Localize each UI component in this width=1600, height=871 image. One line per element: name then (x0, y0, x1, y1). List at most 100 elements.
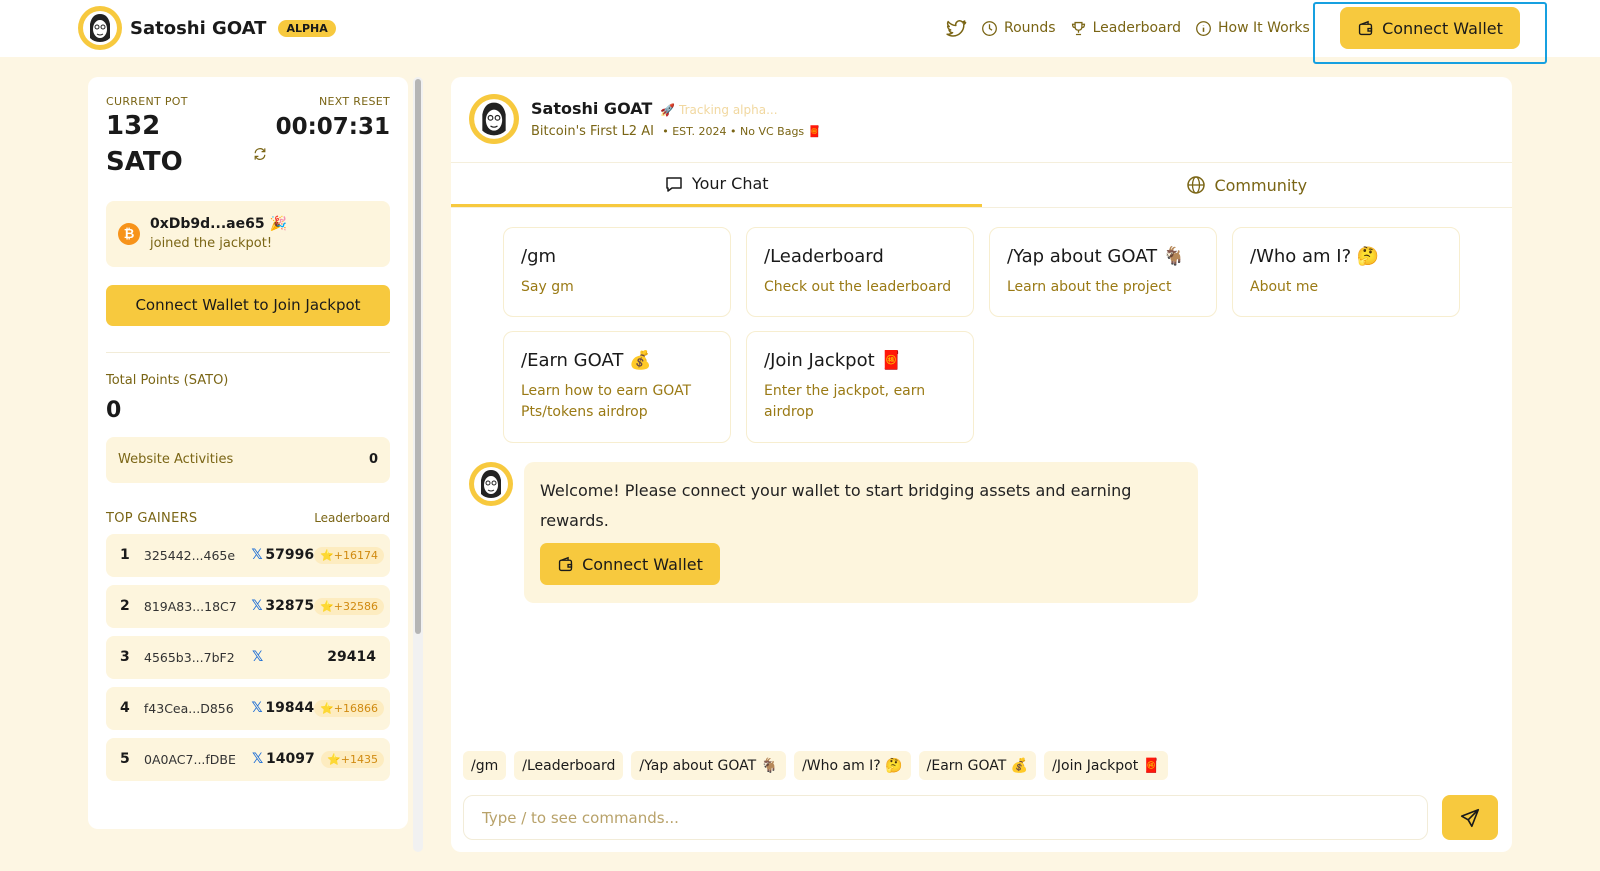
alpha-badge: ALPHA (278, 19, 336, 37)
jackpot-event: ₿ 0xDb9d...ae65 🎉 joined the jackpot! (106, 200, 390, 267)
send-icon (1460, 808, 1480, 827)
message-connect-wallet-label: Connect Wallet (582, 554, 703, 574)
command-desc: Learn how to earn GOAT Pts/tokens airdro… (521, 383, 692, 420)
twitter-icon[interactable] (945, 17, 967, 39)
quick-command[interactable]: /Yap about GOAT 🐐 (631, 751, 787, 780)
command-card-earn-goat[interactable]: /Earn GOAT 💰 Learn how to earn GOAT Pts/… (503, 331, 731, 443)
next-reset: NEXT RESET 00:07:31 (276, 95, 390, 140)
command-title: /Join Jackpot 🧧 (764, 350, 903, 371)
gainer-address: 0A0AC7...fDBE (144, 751, 236, 767)
command-desc: Learn about the project (1007, 279, 1172, 295)
x-icon[interactable]: 𝕏 (252, 751, 266, 767)
command-card-yap[interactable]: /Yap about GOAT 🐐 Learn about the projec… (989, 227, 1217, 317)
nav-rounds[interactable]: Rounds (981, 20, 1056, 37)
quick-command[interactable]: /Who am I? 🤔 (794, 751, 911, 780)
chat-input[interactable] (464, 796, 1427, 839)
command-title: /Who am I? 🤔 (1250, 246, 1380, 267)
nav-rounds-label: Rounds (1004, 20, 1056, 36)
tab-community[interactable]: Community (982, 163, 1513, 207)
send-button[interactable] (1442, 795, 1498, 840)
info-icon (1196, 20, 1211, 36)
next-reset-label: NEXT RESET (319, 95, 390, 108)
command-card-leaderboard[interactable]: /Leaderboard Check out the leaderboard (746, 227, 974, 317)
chat-panel: Satoshi GOAT 🚀 Tracking alpha... Bitcoin'… (451, 77, 1512, 852)
nav-leaderboard[interactable]: Leaderboard (1070, 20, 1181, 37)
command-title: /Earn GOAT 💰 (521, 350, 652, 371)
scrollbar-thumb[interactable] (415, 79, 421, 634)
satoshi-avatar-icon (78, 6, 122, 50)
satoshi-avatar-icon (469, 94, 519, 144)
brand-name: Satoshi GOAT (130, 17, 267, 39)
event-address: 0xDb9d...ae65 🎉 (150, 216, 287, 232)
chat-bubble-icon (666, 176, 682, 192)
divider (106, 351, 390, 353)
connect-wallet-button[interactable]: Connect Wallet (1340, 7, 1520, 49)
gainer-row[interactable]: 3 4565b3...7bF2 𝕏 29414 (106, 635, 390, 679)
gainer-row[interactable]: 4 f43Cea...D856 𝕏 19844 ⭐+16866 (106, 686, 390, 730)
chat-title: Satoshi GOAT 🚀 Tracking alpha... (531, 99, 821, 118)
gainer-rank: 3 (120, 649, 130, 666)
command-title: /gm (521, 246, 557, 267)
nav-how-it-works[interactable]: How It Works (1195, 20, 1310, 37)
gainer-score: 29414 (327, 649, 376, 666)
leaderboard-link[interactable]: Leaderboard (314, 511, 390, 525)
gainer-address: 325442...465e (143, 547, 236, 563)
nav-how-it-works-label: How It Works (1218, 20, 1310, 36)
gainer-rank: 5 (120, 751, 130, 768)
quick-command[interactable]: /Earn GOAT 💰 (918, 751, 1037, 780)
x-icon[interactable]: 𝕏 (251, 700, 265, 716)
current-pot-label: CURRENT POT (106, 95, 188, 108)
chat-tabs: Your Chat Community (451, 162, 1512, 208)
gainer-row[interactable]: 5 0A0AC7...fDBE 𝕏 14097 ⭐+1435 (106, 737, 390, 781)
next-reset-countdown: 00:07:31 (275, 114, 390, 140)
top-gainers-title: TOP GAINERS (106, 510, 198, 526)
gainer-address: 819A83...18C7 (143, 598, 237, 614)
x-icon[interactable]: 𝕏 (251, 547, 265, 563)
tab-your-chat[interactable]: Your Chat (451, 163, 982, 207)
command-card-gm[interactable]: /gm Say gm (503, 227, 731, 317)
current-pot-value: 132 SATO (106, 111, 183, 178)
brand[interactable]: Satoshi GOAT ALPHA (78, 6, 336, 50)
event-text: joined the jackpot! (150, 236, 273, 252)
join-jackpot-button[interactable]: Connect Wallet to Join Jackpot (106, 284, 390, 326)
refresh-icon[interactable] (252, 146, 268, 162)
clock-icon (982, 20, 997, 36)
quick-command[interactable]: /gm (463, 751, 507, 780)
trophy-icon (1071, 21, 1085, 35)
command-desc: Say gm (521, 279, 574, 295)
chat-subtitle: Bitcoin's First L2 AI • EST. 2024 • No V… (531, 124, 821, 139)
gainer-row[interactable]: 2 819A83...18C7 𝕏 32875 ⭐+32586 (106, 584, 390, 628)
gainer-address: 4565b3...7bF2 (144, 649, 235, 665)
gainer-score: 14097 (266, 751, 315, 768)
gainer-score: 19844 (265, 700, 315, 717)
x-icon[interactable]: 𝕏 (251, 598, 265, 614)
command-card-join-jackpot[interactable]: /Join Jackpot 🧧 Enter the jackpot, earn … (746, 331, 974, 443)
quick-commands: /gm /Leaderboard /Yap about GOAT 🐐 /Who … (463, 751, 1169, 780)
gainer-row[interactable]: 1 325442...465e 𝕏 57996 ⭐+16174 (106, 533, 390, 577)
chat-header: Satoshi GOAT 🚀 Tracking alpha... Bitcoin'… (469, 94, 821, 144)
gainer-address: f43Cea...D856 (143, 700, 234, 716)
command-card-who-am-i[interactable]: /Who am I? 🤔 About me (1232, 227, 1460, 317)
gainer-score: 57996 (265, 547, 315, 564)
gainer-rank: 4 (120, 700, 130, 717)
bot-message: Welcome! Please connect your wallet to s… (524, 462, 1198, 603)
tab-your-chat-label: Your Chat (691, 174, 769, 193)
globe-icon (1187, 176, 1206, 194)
gainer-bonus: ⭐+16866 (314, 699, 384, 717)
top-bar: Satoshi GOAT ALPHA Rounds Leaderboard Ho… (0, 0, 1600, 64)
wallet-icon (558, 556, 573, 571)
sidebar-scrollbar[interactable] (413, 77, 423, 852)
x-icon[interactable]: 𝕏 (252, 649, 266, 665)
command-desc: About me (1250, 279, 1319, 295)
top-gainers-header: TOP GAINERS Leaderboard (106, 511, 390, 526)
message-connect-wallet-button[interactable]: Connect Wallet (540, 543, 720, 586)
total-points-label: Total Points (SATO) (106, 372, 229, 388)
gainer-score: 32875 (265, 598, 315, 615)
connect-wallet-label: Connect Wallet (1382, 18, 1503, 38)
quick-command[interactable]: /Leaderboard (514, 751, 624, 780)
jackpot-sidebar: CURRENT POT 132 SATO NEXT RESET 00:07:31… (88, 77, 408, 829)
website-activities-value: 0 (368, 452, 378, 468)
quick-command[interactable]: /Join Jackpot 🧧 (1044, 751, 1169, 780)
gainer-bonus: ⭐+16174 (314, 546, 384, 564)
welcome-text: Welcome! Please connect your wallet to s… (540, 481, 1132, 530)
